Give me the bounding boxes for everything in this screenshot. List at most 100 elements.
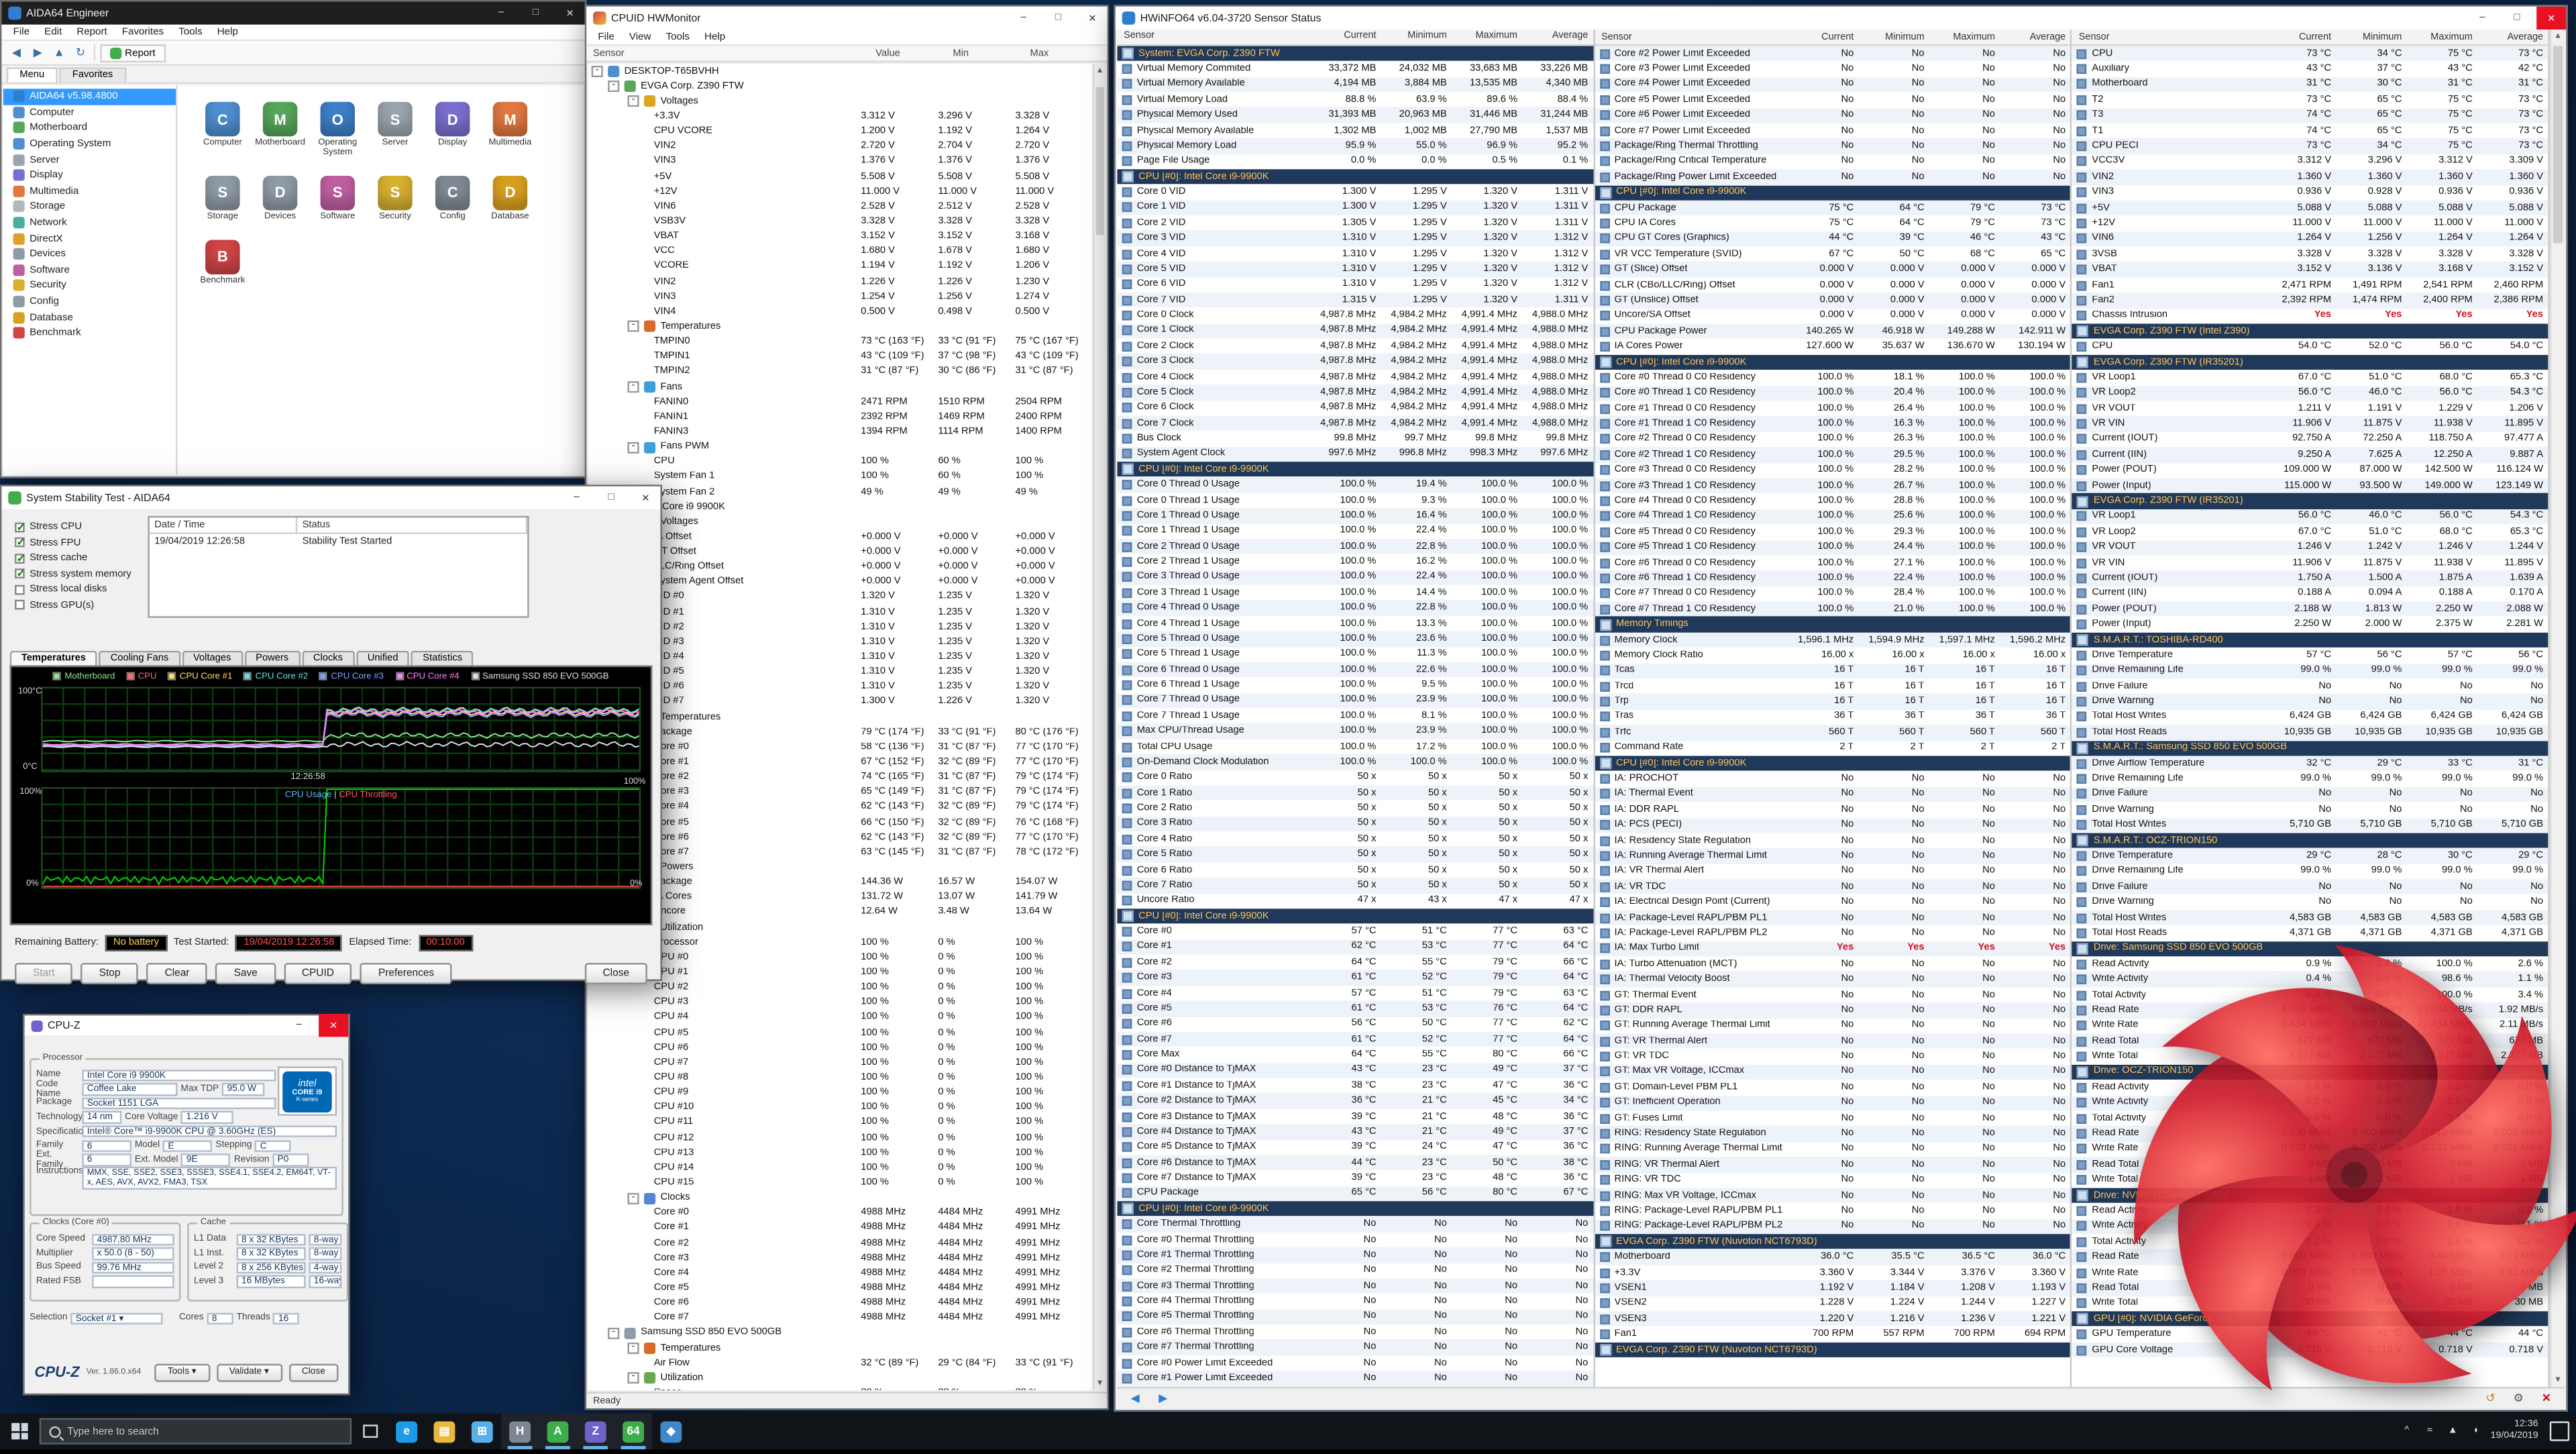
expander-icon[interactable]: - xyxy=(628,381,639,393)
sensor-row[interactable]: Tcas16 T16 T16 T16 T xyxy=(1595,663,2070,678)
close-icon[interactable]: ✕ xyxy=(2536,7,2566,30)
sensor-row[interactable]: Core 4 Ratio50 x50 x50 x50 x xyxy=(1117,831,1593,847)
sensor-row[interactable]: TMPIN073 °C (163 °F)33 °C (91 °F)75 °C (… xyxy=(588,334,1093,349)
sensor-row[interactable]: CPU #8100 %0 %100 % xyxy=(588,1070,1093,1085)
sensor-section-header[interactable]: System: EVGA Corp. Z390 FTW xyxy=(1117,46,1593,62)
back-icon[interactable]: ◀ xyxy=(8,44,24,60)
sensor-section-header[interactable]: CPU [#0]: Intel Core i9-9900K xyxy=(1117,1201,1593,1216)
sensor-row[interactable]: Core #5 Thermal ThrottlingNoNoNoNo xyxy=(1117,1309,1593,1325)
taskbar-app-file-explorer[interactable]: ▤ xyxy=(425,1413,463,1449)
sensor-row[interactable]: Core #0 Thread 1 C0 Residency100.0 %20.4… xyxy=(1595,386,2070,401)
sensor-section-header[interactable]: CPU [#0]: Intel Core i9-9900K xyxy=(1117,462,1593,477)
sensor-row[interactable]: Core 6 Clock4,987.8 MHz4,984.2 MHz4,991.… xyxy=(1117,401,1593,416)
sensor-row[interactable]: Core #7 Distance to TjMAX39 °C23 °C48 °C… xyxy=(1117,1171,1593,1186)
column-header-value[interactable]: Value xyxy=(875,48,953,58)
sensor-row[interactable]: Read Rate4.059 MB/s0.000 MB/s53.634 MB/s… xyxy=(2072,1002,2548,1018)
column-header-sensor[interactable]: Sensor xyxy=(586,48,875,58)
sensor-row[interactable]: Core #1 Distance to TjMAX38 °C23 °C47 °C… xyxy=(1117,1078,1593,1094)
sensor-row[interactable]: IA: Running Average Thermal LimitNoNoNoN… xyxy=(1595,848,2070,864)
clock-icon[interactable]: ↺ xyxy=(2479,1390,2502,1408)
sensor-row[interactable]: Fan1700 RPM557 RPM700 RPM694 RPM xyxy=(1595,1327,2070,1342)
tab-statistics[interactable]: Statistics xyxy=(411,651,474,666)
sensor-row[interactable]: Core 2 Thread 0 Usage100.0 %22.8 %100.0 … xyxy=(1117,539,1593,554)
taskbar-app-store[interactable]: ⊞ xyxy=(464,1413,501,1449)
sensor-row[interactable]: GT (Slice) Offset0.000 V0.000 V0.000 V0.… xyxy=(1595,262,2070,278)
taskbar-app-edge[interactable]: e xyxy=(388,1413,425,1449)
sensor-row[interactable]: Virtual Memory Load88.8 %63.9 %89.6 %88.… xyxy=(1117,92,1593,107)
sensor-row[interactable]: Drive Airflow Temperature32 °C29 °C33 °C… xyxy=(2072,756,2548,771)
hwmonitor-titlebar[interactable]: CPUID HWMonitor – □ ✕ xyxy=(586,7,1107,30)
refresh-icon[interactable]: ↻ xyxy=(72,44,89,60)
sidebar-item-security[interactable]: Security xyxy=(3,278,176,293)
stability-test-titlebar[interactable]: System Stability Test - AIDA64 – □ ✕ xyxy=(1,486,660,509)
sensor-row[interactable]: Core #2 Power Limit ExceededNoNoNoNo xyxy=(1595,46,2070,62)
sensor-group-row[interactable]: -Voltages xyxy=(588,515,1093,529)
sensor-row[interactable]: VSB3V3.328 V3.328 V3.328 V xyxy=(588,214,1093,229)
sensor-row[interactable]: Physical Memory Used31,393 MB20,963 MB31… xyxy=(1117,107,1593,123)
nav-right-icon[interactable]: ▶ xyxy=(1152,1390,1175,1408)
sensor-row[interactable]: +3.3V3.312 V3.296 V3.328 V xyxy=(588,109,1093,124)
sidebar-item-server[interactable]: Server xyxy=(3,152,176,167)
sensor-section-header[interactable]: S.M.A.R.T.: Samsung SSD 850 EVO 500GB xyxy=(2072,740,2548,756)
hwinfo-column-header[interactable]: SensorCurrentMinimumMaximumAverage xyxy=(1595,30,2070,46)
sensor-row[interactable]: Core #1 Thread 1 C0 Residency100.0 %16.3… xyxy=(1595,417,2070,432)
sensor-row[interactable]: Core 3 VID1.310 V1.295 V1.320 V1.312 V xyxy=(1117,231,1593,246)
sensor-row[interactable]: FANIN02471 RPM1510 RPM2504 RPM xyxy=(588,395,1093,409)
sensor-row[interactable]: Core #264 °C55 °C79 °C66 °C xyxy=(1117,955,1593,970)
sensor-row[interactable]: Package/Ring Critical TemperatureNoNoNoN… xyxy=(1595,154,2070,170)
sensor-row[interactable]: Virtual Memory Commited33,372 MB24,032 M… xyxy=(1117,61,1593,76)
sensor-row[interactable]: Core #2 Thread 1 C0 Residency100.0 %29.5… xyxy=(1595,448,2070,463)
category-icon-server[interactable]: SServer xyxy=(366,102,424,159)
category-icon-computer[interactable]: CComputer xyxy=(194,102,252,159)
sensor-row[interactable]: Core 1 Thread 0 Usage100.0 %16.4 %100.0 … xyxy=(1117,508,1593,523)
sensor-row[interactable]: Core #1 Power Limit ExceededNoNoNoNo xyxy=(1117,1371,1593,1386)
sensor-row[interactable]: CPU #11100 %0 %100 % xyxy=(588,1115,1093,1130)
sensor-row[interactable]: FANIN12392 RPM1469 RPM2400 RPM xyxy=(588,409,1093,424)
sensor-row[interactable]: IA: VR TDCNoNoNoNo xyxy=(1595,879,2070,894)
sensor-row[interactable]: Core #24988 MHz4484 MHz4991 MHz xyxy=(588,1236,1093,1251)
sensor-row[interactable]: RING: Max VR Voltage, ICCmaxNoNoNoNo xyxy=(1595,1188,2070,1203)
sensor-row[interactable]: CPU #12100 %0 %100 % xyxy=(588,1131,1093,1145)
category-icon-security[interactable]: SSecurity xyxy=(366,176,424,223)
sensor-section-header[interactable]: Drive: OCZ-TRION150 xyxy=(2072,1064,2548,1080)
minimize-icon[interactable]: – xyxy=(486,1,516,24)
sensor-group-row[interactable]: -Temperatures xyxy=(588,710,1093,725)
sensor-row[interactable]: Core 1 Ratio50 x50 x50 x50 x xyxy=(1117,786,1593,801)
sensor-row[interactable]: VID #61.310 V1.235 V1.320 V xyxy=(588,680,1093,694)
sensor-section-header[interactable]: EVGA Corp. Z390 FTW (IR35201) xyxy=(2072,493,2548,509)
sensor-row[interactable]: Read Activity0.9 %0.0 %100.0 %2.6 % xyxy=(2072,956,2548,972)
sensor-row[interactable]: VR VOUT1.211 V1.191 V1.229 V1.206 V xyxy=(2072,401,2548,417)
shield-icon[interactable]: ▲ xyxy=(2445,1426,2461,1437)
sensor-row[interactable]: Drive Remaining Life99.0 %99.0 %99.0 %99… xyxy=(2072,864,2548,879)
hwinfo-titlebar[interactable]: HWiNFO64 v6.04-3720 Sensor Status – □ ✕ xyxy=(1116,7,2566,30)
sensor-row[interactable]: Core 2 VID1.305 V1.295 V1.320 V1.311 V xyxy=(1117,215,1593,231)
sensor-row[interactable]: VIN40.500 V0.498 V0.500 V xyxy=(588,305,1093,319)
sensor-row[interactable]: VR VIN11.906 V11.875 V11.938 V11.895 V xyxy=(2072,417,2548,432)
sensor-row[interactable]: GT: VR TDCNoNoNoNo xyxy=(1595,1049,2070,1064)
sensor-row[interactable]: Power (Input)115.000 W93.500 W149.000 W1… xyxy=(2072,478,2548,494)
sensor-row[interactable]: On-Demand Clock Modulation100.0 %100.0 %… xyxy=(1117,755,1593,770)
sensor-row[interactable]: Write Activity0.0 %0.0 %2.6 %0.1 % xyxy=(2072,1218,2548,1234)
sensor-row[interactable]: Write Total30 MB30 MB30 MB30 MB xyxy=(2072,1296,2548,1311)
menu-item-help[interactable]: Help xyxy=(698,32,732,43)
sensor-group-row[interactable]: -Fans PWM xyxy=(588,439,1093,454)
sensor-row[interactable]: IA: Thermal EventNoNoNoNo xyxy=(1595,786,2070,802)
menu-item-tools[interactable]: Tools xyxy=(172,26,209,38)
sensor-row[interactable]: VSEN21.228 V1.224 V1.244 V1.227 V xyxy=(1595,1296,2070,1311)
sensor-row[interactable]: Core #2 Distance to TjMAX36 °C21 °C45 °C… xyxy=(1117,1094,1593,1109)
sensor-row[interactable]: Core #04988 MHz4484 MHz4991 MHz xyxy=(588,1206,1093,1221)
sensor-row[interactable]: GT Offset+0.000 V+0.000 V+0.000 V xyxy=(588,545,1093,560)
sensor-row[interactable]: GT: Running Average Thermal LimitNoNoNoN… xyxy=(1595,1018,2070,1033)
sensor-section-header[interactable]: CPU [#0]: Intel Core i9-9900K xyxy=(1117,908,1593,924)
sensor-row[interactable]: Core 6 VID1.310 V1.295 V1.320 V1.312 V xyxy=(1117,277,1593,293)
sensor-group-row[interactable]: -Temperatures xyxy=(588,1341,1093,1355)
sensor-row[interactable]: Motherboard36.0 °C35.5 °C36.5 °C36.0 °C xyxy=(1595,1249,2070,1265)
expander-icon[interactable]: - xyxy=(628,442,639,453)
cpuid-button[interactable]: CPUID xyxy=(284,963,352,984)
legend-checkbox-icon[interactable] xyxy=(395,672,403,680)
expander-icon[interactable]: - xyxy=(628,321,639,333)
close-sensors-icon[interactable]: ✕ xyxy=(2535,1390,2558,1408)
sidebar-item-aida64-v5-98-4800[interactable]: AIDA64 v5.98.4800 xyxy=(3,89,176,104)
sensor-row[interactable]: IA: Residency State RegulationNoNoNoNo xyxy=(1595,833,2070,848)
expander-icon[interactable]: - xyxy=(628,1343,639,1354)
